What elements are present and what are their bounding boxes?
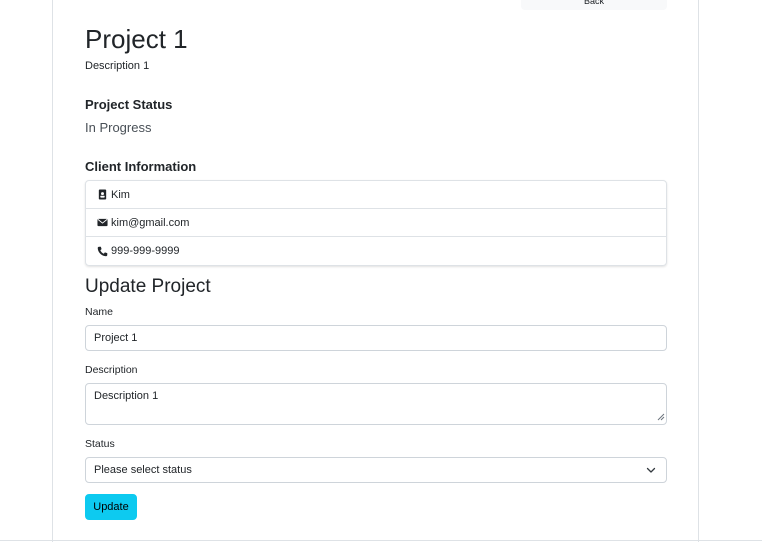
description-label: Description xyxy=(85,364,138,376)
container-right-border xyxy=(698,0,699,542)
name-label: Name xyxy=(85,306,114,318)
client-phone: 999-999-9999 xyxy=(111,245,180,257)
id-badge-icon xyxy=(97,189,108,200)
container-left-border xyxy=(52,0,53,542)
update-project-heading: Update Project xyxy=(85,276,211,297)
client-name-item: Kim xyxy=(86,181,666,209)
status-label: Status xyxy=(85,438,115,450)
status-select[interactable]: Please select status xyxy=(85,457,667,483)
client-name: Kim xyxy=(111,188,130,201)
client-email: kim@gmail.com xyxy=(111,216,190,229)
resize-grip-icon[interactable] xyxy=(656,412,665,421)
name-input[interactable] xyxy=(85,325,667,351)
description-textarea[interactable]: Description 1 xyxy=(85,383,667,425)
status-selected-value: Please select status xyxy=(94,464,192,476)
client-information-heading: Client Information xyxy=(85,159,197,174)
phone-icon xyxy=(97,246,108,257)
project-status-heading: Project Status xyxy=(85,97,173,112)
client-info-list: Kim kim@gmail.com 999-999-9999 xyxy=(85,180,667,266)
page-bottom-border xyxy=(0,540,762,541)
back-button[interactable]: Back xyxy=(521,0,667,10)
envelope-icon xyxy=(97,217,108,228)
project-status-value: In Progress xyxy=(85,120,152,135)
page-title: Project 1 xyxy=(85,24,188,54)
project-description: Description 1 xyxy=(85,60,150,72)
client-email-item: kim@gmail.com xyxy=(86,209,666,237)
chevron-down-icon xyxy=(646,467,656,473)
update-button[interactable]: Update xyxy=(85,494,137,520)
client-phone-item: 999-999-9999 xyxy=(86,237,666,265)
